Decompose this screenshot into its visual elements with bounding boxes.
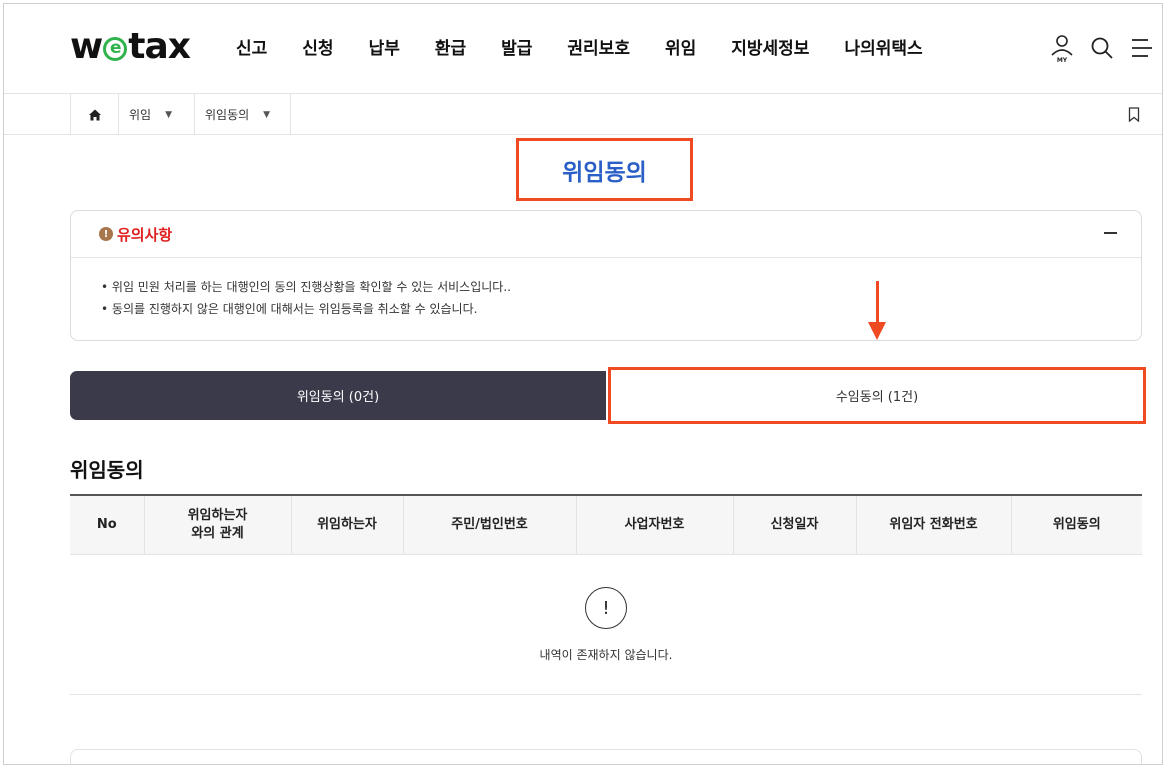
page-title: 위임동의 xyxy=(562,159,647,186)
table-header-row: No 위임하는자 와의 관계 위임하는자 주민/법인번호 사업자번호 신청일자 … xyxy=(70,494,1142,555)
empty-message: 내역이 존재하지 않습니다. xyxy=(539,648,673,662)
empty-state: ! 내역이 존재하지 않습니다. xyxy=(70,554,1142,695)
column-header: 위임하는자 xyxy=(290,494,403,555)
notice-header[interactable]: ! 유의사항 xyxy=(71,211,1141,258)
breadcrumb-home[interactable] xyxy=(70,94,118,135)
info-icon: ! xyxy=(585,587,627,629)
column-header: 위임동의 xyxy=(1010,494,1142,555)
notice-title: 유의사항 xyxy=(117,225,173,244)
nav-item-delegation[interactable]: 위임 xyxy=(665,34,696,59)
caret-down-icon: ▼ xyxy=(263,109,271,120)
notice-item: 위임 민원 처리를 하는 대행인의 동의 진행상황을 확인할 수 있는 서비스입… xyxy=(101,276,1141,298)
annotation-arrow-shaft xyxy=(876,281,879,326)
svg-text:MY: MY xyxy=(1057,57,1068,63)
wetax-logo[interactable]: w e tax xyxy=(70,26,191,67)
global-nav: 신고 신청 납부 환급 발급 권리보호 위임 지방세정보 나의위택스 xyxy=(236,34,923,59)
column-header: 주민/법인번호 xyxy=(402,494,576,555)
search-icon[interactable] xyxy=(1082,30,1122,66)
consent-table: No 위임하는자 와의 관계 위임하는자 주민/법인번호 사업자번호 신청일자 … xyxy=(70,494,1142,555)
logo-e-mark: e xyxy=(103,36,128,61)
bookmark-icon[interactable] xyxy=(1128,107,1140,126)
breadcrumb-item-delegation[interactable]: 위임 ▼ xyxy=(118,94,194,135)
column-header: 위임자 전화번호 xyxy=(855,494,1011,555)
tab-delegation-consent[interactable]: 위임동의 (0건) xyxy=(70,371,606,420)
logo-text-tax: tax xyxy=(128,26,191,67)
header-utilities: MY xyxy=(1042,30,1162,66)
breadcrumb: 위임 ▼ 위임동의 ▼ xyxy=(4,94,1162,135)
logo-text-w: w xyxy=(70,26,103,67)
breadcrumb-item-consent[interactable]: 위임동의 ▼ xyxy=(194,94,291,135)
nav-item-rights[interactable]: 권리보호 xyxy=(567,34,630,59)
notice-panel: ! 유의사항 위임 민원 처리를 하는 대행인의 동의 진행상황을 확인할 수 … xyxy=(70,210,1142,341)
site-header: w e tax 신고 신청 납부 환급 발급 권리보호 위임 지방세정보 나의위… xyxy=(4,4,1162,94)
nav-item-report[interactable]: 신고 xyxy=(236,34,267,59)
annotation-arrow-head xyxy=(868,322,886,340)
section-title: 위임동의 xyxy=(70,458,144,482)
my-page-icon[interactable]: MY xyxy=(1042,30,1082,66)
nav-item-local-tax-info[interactable]: 지방세정보 xyxy=(731,34,809,59)
column-header: No xyxy=(70,494,144,555)
breadcrumb-label: 위임동의 xyxy=(205,108,250,122)
column-header: 사업자번호 xyxy=(575,494,733,555)
bottom-panel xyxy=(70,749,1142,764)
column-header: 위임하는자 와의 관계 xyxy=(143,494,291,555)
caret-down-icon: ▼ xyxy=(165,109,173,120)
nav-item-issue[interactable]: 발급 xyxy=(501,34,532,59)
warning-icon: ! xyxy=(99,227,113,241)
nav-item-refund[interactable]: 환급 xyxy=(435,34,466,59)
page-frame: w e tax 신고 신청 납부 환급 발급 권리보호 위임 지방세정보 나의위… xyxy=(3,3,1163,765)
tab-acceptance-consent[interactable]: 수임동의 (1건) xyxy=(608,367,1146,424)
nav-item-my-wetax[interactable]: 나의위택스 xyxy=(844,34,922,59)
column-header: 신청일자 xyxy=(732,494,856,555)
nav-item-apply[interactable]: 신청 xyxy=(302,34,333,59)
breadcrumb-label: 위임 xyxy=(129,108,152,122)
collapse-icon[interactable] xyxy=(1104,232,1117,234)
page-title-highlight: 위임동의 xyxy=(516,138,693,201)
nav-item-pay[interactable]: 납부 xyxy=(369,34,400,59)
notice-list: 위임 민원 처리를 하는 대행인의 동의 진행상황을 확인할 수 있는 서비스입… xyxy=(71,258,1141,320)
notice-item: 동의를 진행하지 않은 대행인에 대해서는 위임등록을 취소할 수 있습니다. xyxy=(101,298,1141,320)
menu-icon[interactable] xyxy=(1122,30,1162,66)
home-icon xyxy=(88,109,101,120)
